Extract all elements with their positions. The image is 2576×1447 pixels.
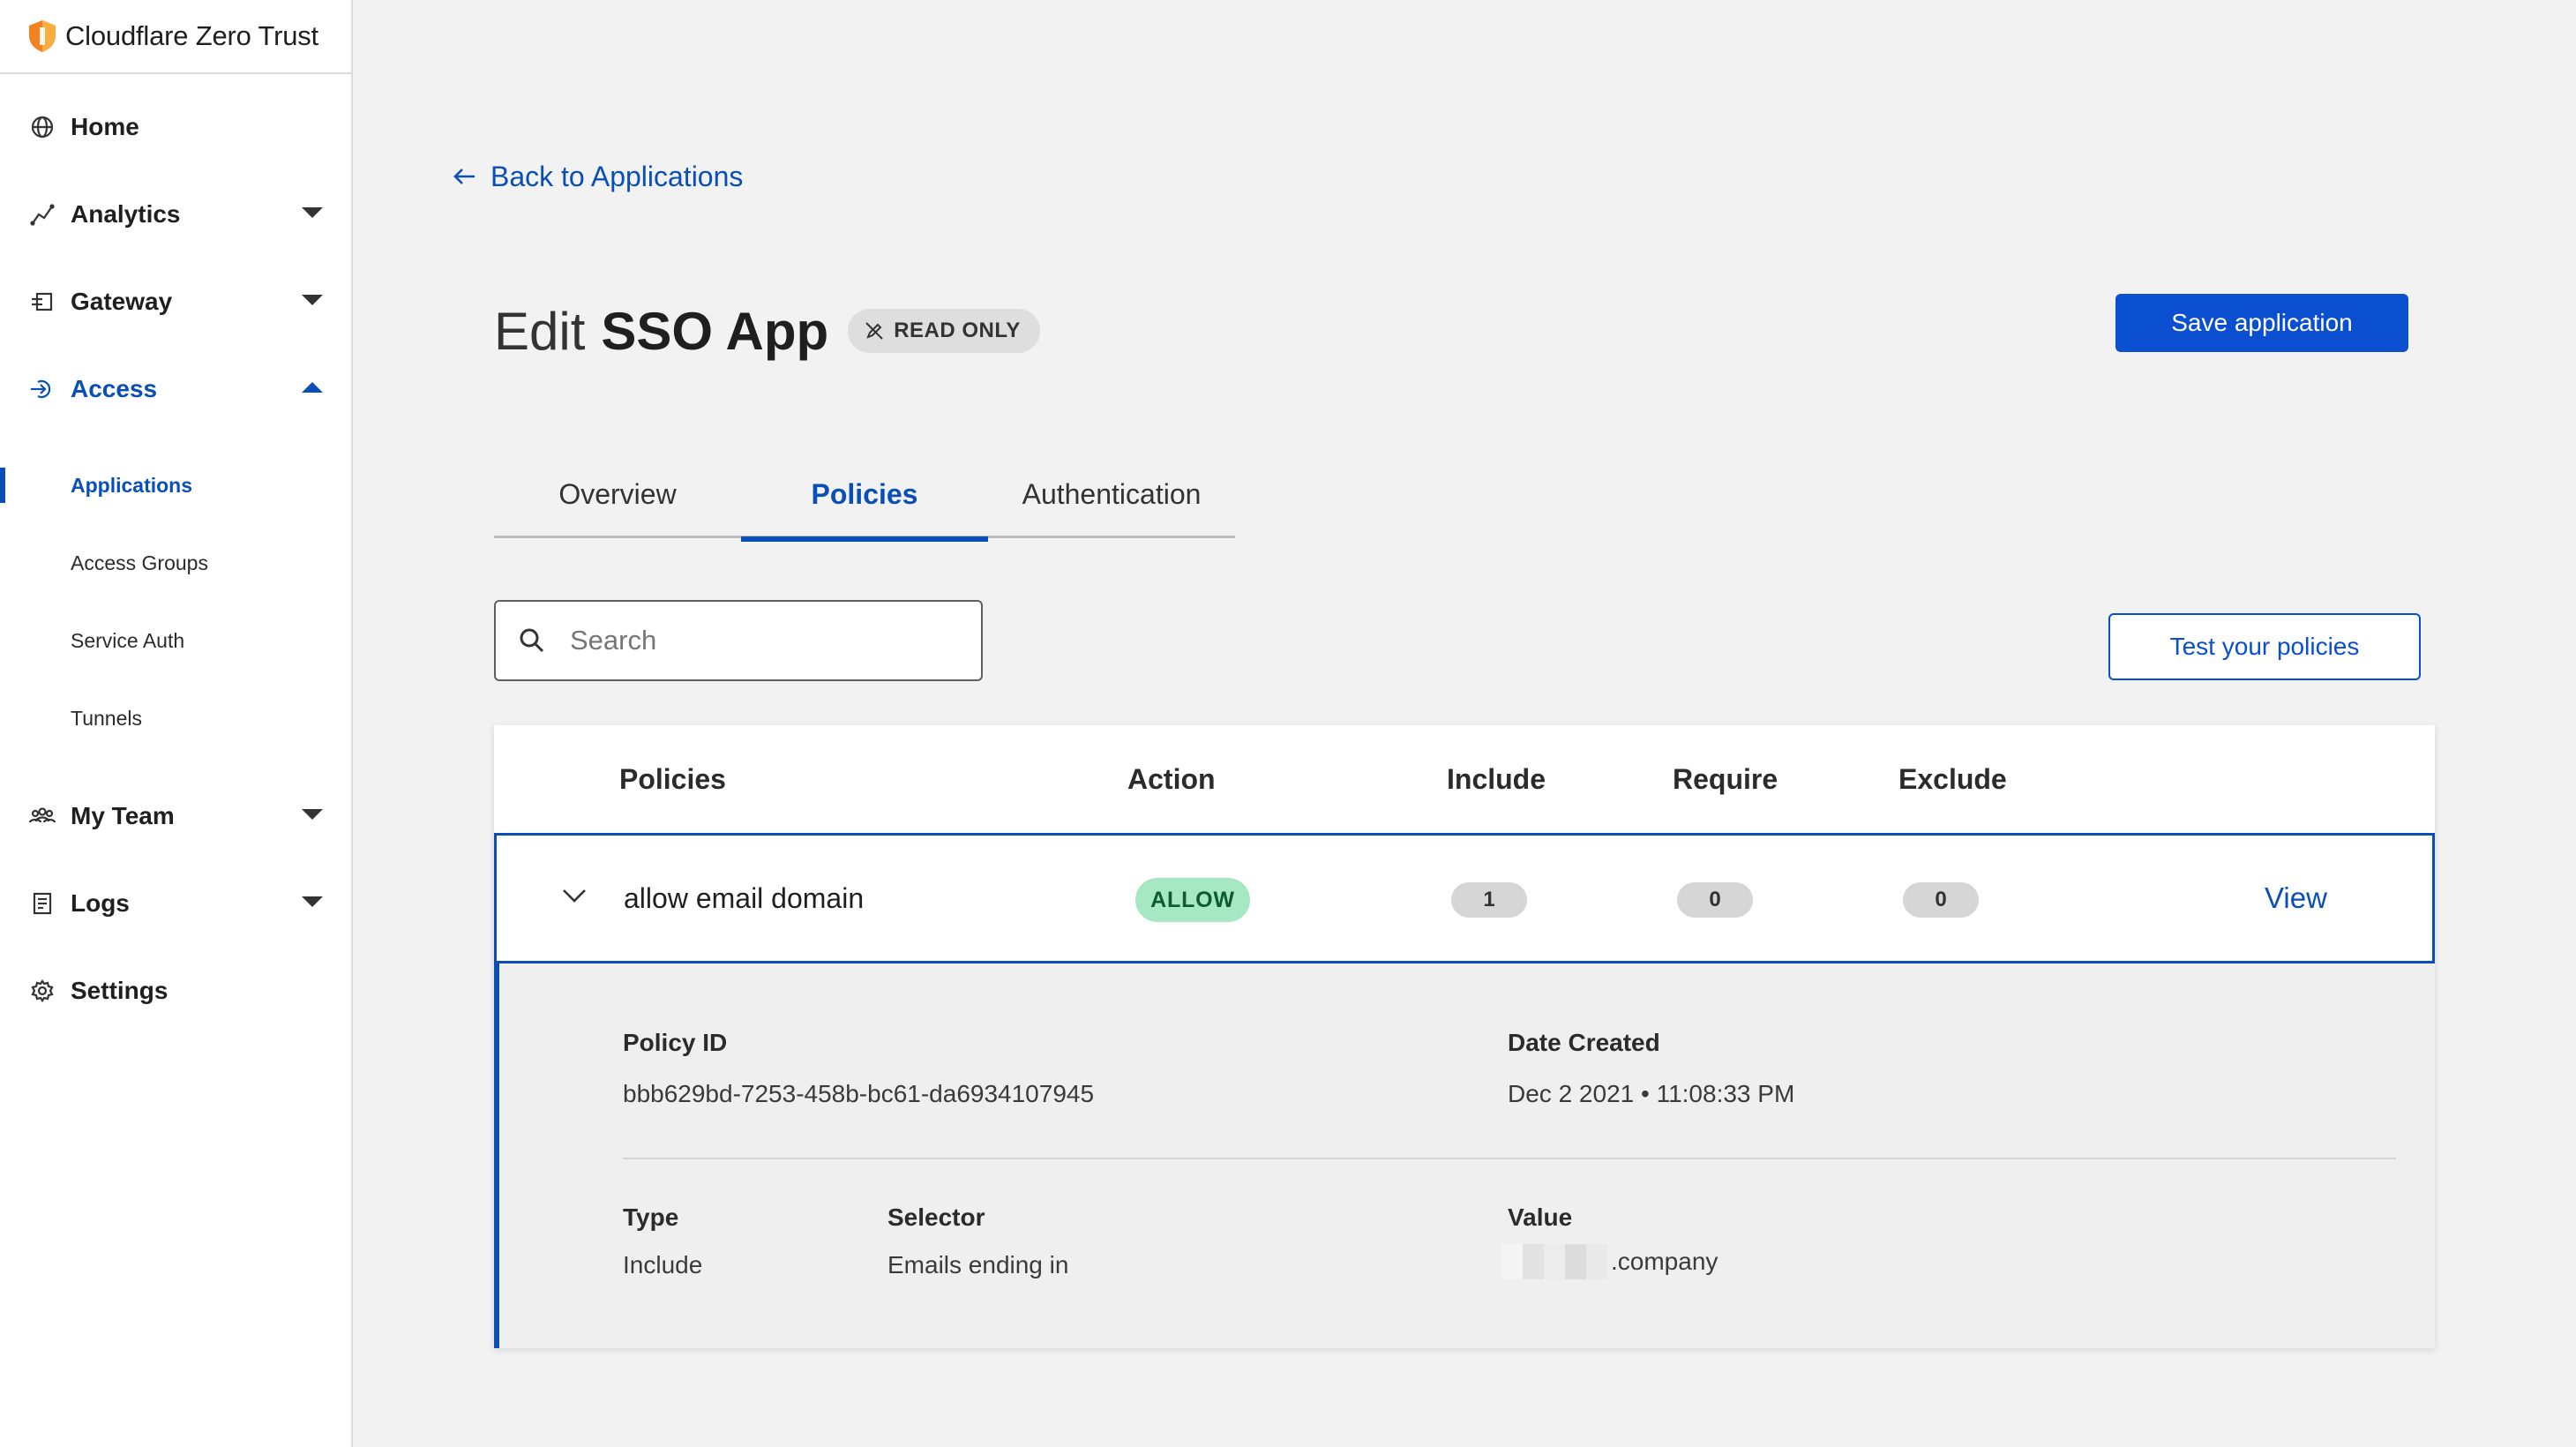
column-header-require: Require (1673, 762, 1778, 795)
brand-name: Cloudflare Zero Trust (65, 20, 318, 51)
column-header-exclude: Exclude (1898, 762, 2007, 795)
page-title: Edit SSO App READ ONLY (494, 291, 1040, 371)
policy-name: allow email domain (624, 881, 865, 914)
search-field[interactable] (494, 600, 983, 681)
value-field: .company (1501, 1244, 1718, 1279)
sidebar-item-label: Settings (71, 977, 168, 1004)
arrow-left-icon (452, 163, 478, 190)
require-count: 0 (1677, 882, 1753, 918)
sidebar-subitem-tunnels[interactable]: Tunnels (0, 694, 351, 743)
title-prefix: Edit (494, 301, 586, 361)
gateway-icon (28, 288, 56, 316)
chevron-up-icon[interactable] (302, 382, 323, 393)
badge-label: READ ONLY (894, 319, 1021, 342)
table-row[interactable]: allow email domain ALLOW 1 0 0 View (494, 833, 2435, 963)
tab-overview[interactable]: Overview (494, 450, 741, 538)
logs-icon (28, 889, 56, 918)
team-icon (28, 802, 56, 830)
read-only-badge: READ ONLY (848, 309, 1040, 353)
tab-policies[interactable]: Policies (741, 450, 988, 542)
brand-header[interactable]: Cloudflare Zero Trust (0, 0, 351, 74)
sidebar-item-label: Logs (71, 889, 130, 917)
value-label: Value (1508, 1203, 1573, 1231)
column-header-action: Action (1127, 762, 1216, 795)
back-to-applications-link[interactable]: Back to Applications (452, 157, 743, 196)
details-divider (623, 1158, 2396, 1159)
chevron-down-icon[interactable] (302, 809, 323, 820)
sidebar-item-my-team[interactable]: My Team (0, 790, 351, 843)
chevron-down-icon[interactable] (302, 896, 323, 907)
back-link-label: Back to Applications (490, 160, 744, 192)
sidebar-item-label: My Team (71, 802, 175, 829)
access-icon (28, 375, 56, 403)
selector-label: Selector (887, 1203, 985, 1231)
sidebar-item-label: Analytics (71, 200, 181, 228)
tab-bar: Overview Policies Authentication (494, 450, 1235, 542)
chevron-down-icon[interactable] (302, 207, 323, 218)
policies-table: Policies Action Include Require Exclude … (494, 725, 2435, 1348)
policy-id-label: Policy ID (623, 1029, 728, 1056)
sidebar-subitem-service-auth[interactable]: Service Auth (0, 616, 351, 665)
save-application-button[interactable]: Save application (2115, 294, 2408, 352)
search-input[interactable] (570, 625, 958, 656)
chevron-down-icon[interactable] (558, 880, 590, 911)
value-suffix: .company (1611, 1248, 1719, 1275)
type-label: Type (623, 1203, 679, 1231)
sidebar-item-settings[interactable]: Settings (0, 964, 351, 1017)
analytics-icon (28, 200, 56, 229)
sidebar-item-analytics[interactable]: Analytics (0, 188, 351, 241)
application-name: SSO App (601, 301, 829, 361)
include-count: 1 (1451, 882, 1527, 918)
date-created-label: Date Created (1508, 1029, 1660, 1056)
page: Cloudflare Zero Trust Home Analytics Gat… (0, 0, 2576, 1447)
cloudflare-shield-logo-icon (26, 19, 58, 54)
selector-value: Emails ending in (887, 1251, 1069, 1278)
column-header-policies: Policies (619, 762, 726, 795)
sidebar-item-label: Gateway (71, 288, 173, 315)
sidebar-item-gateway[interactable]: Gateway (0, 275, 351, 328)
sidebar-item-label: Home (71, 113, 139, 140)
globe-icon (28, 113, 56, 141)
sidebar: Cloudflare Zero Trust Home Analytics Gat… (0, 0, 353, 1447)
sidebar-item-access[interactable]: Access (0, 363, 351, 416)
policy-id-value: bbb629bd-7253-458b-bc61-da6934107945 (623, 1080, 1095, 1107)
gear-icon (28, 977, 56, 1005)
sidebar-subitem-applications[interactable]: Applications (0, 461, 351, 510)
sidebar-item-home[interactable]: Home (0, 101, 351, 154)
type-value: Include (623, 1251, 703, 1278)
action-badge: ALLOW (1135, 878, 1250, 922)
policy-details-panel: Policy ID bbb629bd-7253-458b-bc61-da6934… (494, 963, 2435, 1348)
date-created-value: Dec 2 2021 • 11:08:33 PM (1508, 1080, 1795, 1107)
sidebar-item-logs[interactable]: Logs (0, 877, 351, 930)
exclude-count: 0 (1903, 882, 1979, 918)
sidebar-subitem-access-groups[interactable]: Access Groups (0, 538, 351, 588)
test-policies-button[interactable]: Test your policies (2108, 613, 2421, 680)
column-header-include: Include (1447, 762, 1546, 795)
redacted-block (1501, 1244, 1607, 1279)
chevron-down-icon[interactable] (302, 295, 323, 305)
tab-authentication[interactable]: Authentication (988, 450, 1235, 538)
view-policy-link[interactable]: View (2265, 836, 2327, 961)
search-icon (517, 626, 547, 656)
sidebar-item-label: Access (71, 375, 158, 402)
edit-disabled-icon (864, 320, 885, 341)
